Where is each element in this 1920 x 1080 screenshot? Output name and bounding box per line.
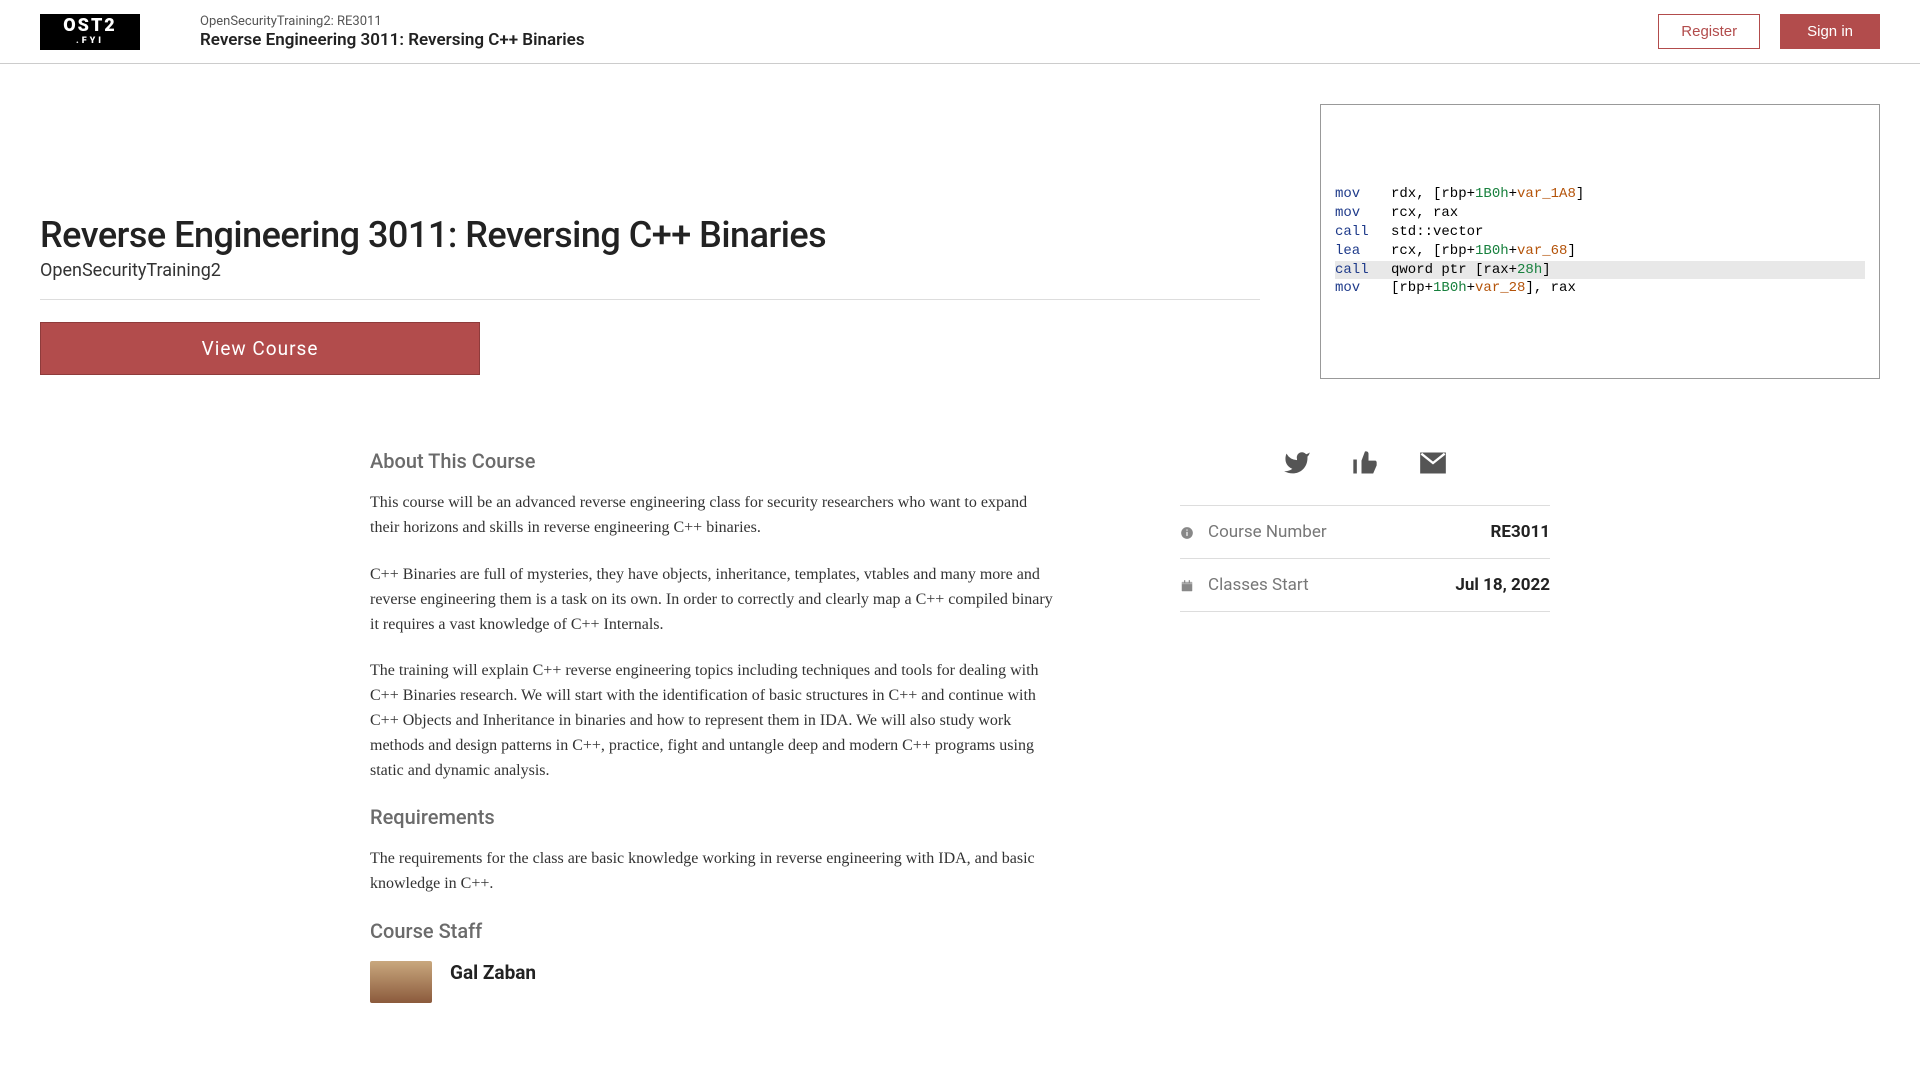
avatar [370, 961, 432, 1003]
site-logo[interactable]: OST2 .FYI [40, 14, 140, 50]
register-button[interactable]: Register [1658, 14, 1760, 49]
logo-main: OST2 [63, 17, 116, 35]
about-heading: About This Course [370, 449, 1060, 473]
meta-row-course-number: Course Number RE3011 [1180, 506, 1550, 559]
info-icon [1180, 525, 1194, 539]
envelope-icon[interactable] [1419, 449, 1447, 477]
meta-label: Course Number [1208, 522, 1491, 542]
signin-button[interactable]: Sign in [1780, 14, 1880, 49]
thumbs-up-icon[interactable] [1351, 449, 1379, 477]
meta-value: Jul 18, 2022 [1455, 575, 1550, 595]
course-org: OpenSecurityTraining2 [40, 260, 1260, 281]
code-line: callqword ptr [rax+28h] [1335, 261, 1865, 280]
code-line: callstd::vector [1335, 223, 1865, 242]
code-line: movrcx, rax [1335, 204, 1865, 223]
header-title-block: OpenSecurityTraining2: RE3011 Reverse En… [200, 14, 585, 50]
staff-name: Gal Zaban [450, 961, 536, 984]
logo-sub: .FYI [76, 37, 104, 46]
calendar-icon [1180, 578, 1194, 592]
about-paragraph: C++ Binaries are full of mysteries, they… [370, 563, 1060, 637]
view-course-button[interactable]: View Course [40, 322, 480, 375]
about-paragraph: This course will be an advanced reverse … [370, 491, 1060, 541]
meta-row-start-date: Classes Start Jul 18, 2022 [1180, 559, 1550, 612]
divider [40, 299, 1260, 300]
staff-heading: Course Staff [370, 919, 1060, 943]
code-line: mov[rbp+1B0h+var_28], rax [1335, 279, 1865, 298]
code-line: movrdx, [rbp+1B0h+var_1A8] [1335, 185, 1865, 204]
code-line: learcx, [rbp+1B0h+var_68] [1335, 242, 1865, 261]
course-title: Reverse Engineering 3011: Reversing C++ … [40, 214, 1260, 256]
meta-value: RE3011 [1491, 522, 1550, 542]
code-preview: movrdx, [rbp+1B0h+var_1A8]movrcx, raxcal… [1320, 104, 1880, 379]
header-title: Reverse Engineering 3011: Reversing C++ … [200, 30, 585, 50]
header: OST2 .FYI OpenSecurityTraining2: RE3011 … [0, 0, 1920, 64]
header-subtitle: OpenSecurityTraining2: RE3011 [200, 14, 585, 29]
about-paragraph: The training will explain C++ reverse en… [370, 659, 1060, 783]
twitter-icon[interactable] [1283, 449, 1311, 477]
meta-label: Classes Start [1208, 575, 1455, 595]
requirements-heading: Requirements [370, 805, 1060, 829]
requirements-paragraph: The requirements for the class are basic… [370, 847, 1060, 897]
